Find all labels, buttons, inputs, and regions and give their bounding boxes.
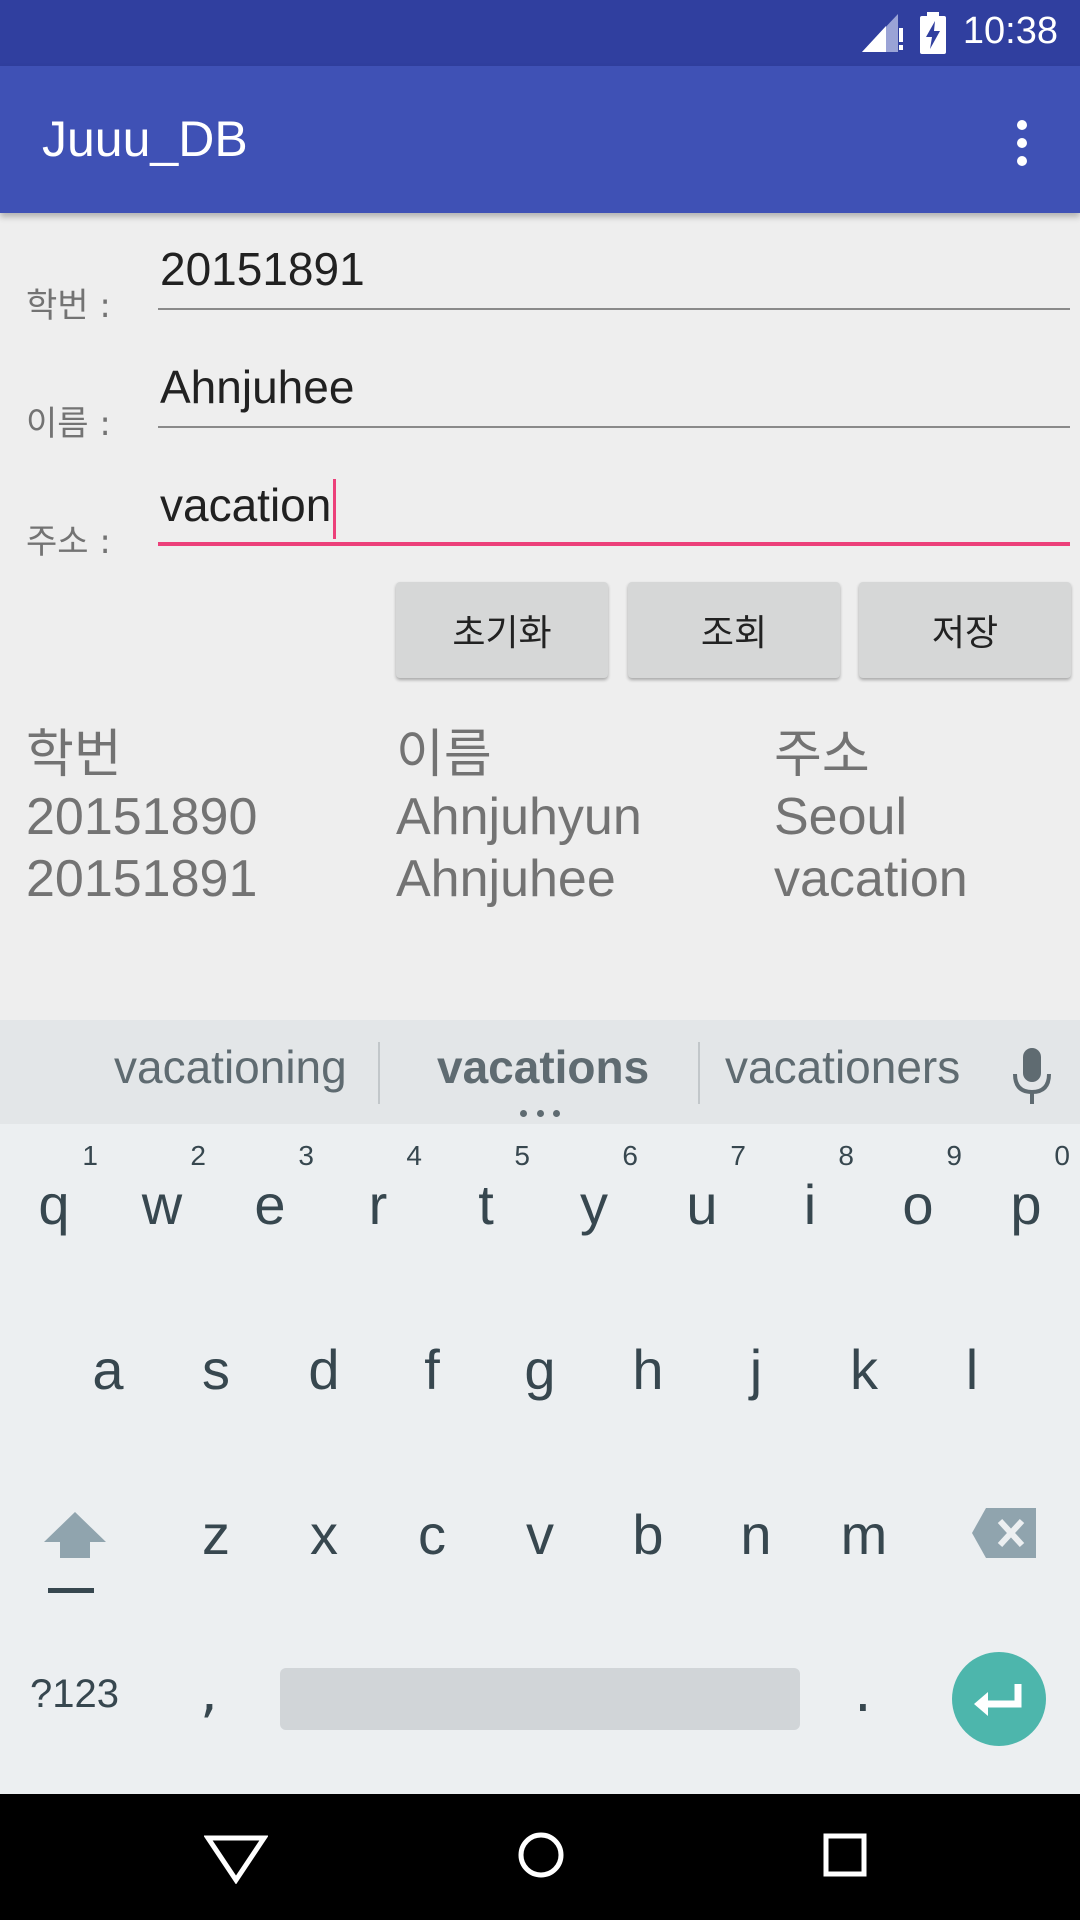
space-bar[interactable] (280, 1668, 800, 1730)
key-m[interactable]: m (810, 1470, 918, 1600)
key-i[interactable]: 8i (756, 1140, 864, 1270)
symbols-key[interactable]: ?123 (30, 1672, 119, 1717)
query-button[interactable]: 조회 (628, 582, 840, 678)
key-r[interactable]: 4r (324, 1140, 432, 1270)
shift-icon[interactable] (40, 1508, 110, 1596)
status-bar: 10:38 (0, 0, 1080, 66)
key-p[interactable]: 0p (972, 1140, 1080, 1270)
suggestion-divider (378, 1042, 380, 1104)
signal-icon (862, 14, 903, 52)
key-a[interactable]: a (54, 1305, 162, 1435)
record-cell: Ahnjuhyun (396, 788, 642, 846)
record-cell: 20151891 (26, 850, 258, 908)
suggestion-strip: vacationing vacations vacationers (0, 1020, 1080, 1124)
header-address: 주소 (774, 726, 870, 784)
student-id-value: 20151891 (160, 243, 365, 295)
key-t[interactable]: 5t (432, 1140, 540, 1270)
status-time: 10:38 (962, 10, 1058, 52)
key-k[interactable]: k (810, 1305, 918, 1435)
reset-button[interactable]: 초기화 (396, 582, 608, 678)
key-f[interactable]: f (378, 1305, 486, 1435)
suggestion-3[interactable]: vacationers (725, 1040, 960, 1094)
address-input[interactable]: vacation (158, 476, 1070, 546)
key-c[interactable]: c (378, 1470, 486, 1600)
record-cell: Ahnjuhee (396, 850, 616, 908)
backspace-icon[interactable] (972, 1508, 1036, 1558)
navigation-bar (0, 1794, 1080, 1920)
back-icon[interactable] (204, 1834, 268, 1884)
key-b[interactable]: b (594, 1470, 702, 1600)
key-x[interactable]: x (270, 1470, 378, 1600)
record-cell: vacation (774, 850, 968, 908)
enter-key[interactable] (952, 1652, 1046, 1746)
key-q[interactable]: 1q (0, 1140, 108, 1270)
key-e[interactable]: 3e (216, 1140, 324, 1270)
more-suggestions-icon[interactable] (520, 1110, 560, 1118)
home-icon[interactable] (516, 1830, 566, 1880)
battery-charging-icon (920, 12, 946, 54)
text-cursor (333, 478, 337, 539)
address-label: 주소 : (26, 522, 111, 562)
app-title: Juuu_DB (42, 111, 248, 167)
key-d[interactable]: d (270, 1305, 378, 1435)
suggestion-1[interactable]: vacationing (114, 1040, 347, 1094)
student-id-label: 학번 : (26, 286, 111, 326)
save-button[interactable]: 저장 (859, 582, 1071, 678)
key-o[interactable]: 9o (864, 1140, 972, 1270)
key-w[interactable]: 2w (108, 1140, 216, 1270)
student-id-input[interactable]: 20151891 (158, 240, 1070, 310)
key-g[interactable]: g (486, 1305, 594, 1435)
key-s[interactable]: s (162, 1305, 270, 1435)
period-key[interactable]: . (854, 1660, 872, 1725)
header-student-id: 학번 (26, 726, 122, 784)
key-z[interactable]: z (162, 1470, 270, 1600)
name-value: Ahnjuhee (160, 361, 355, 413)
name-label: 이름 : (26, 404, 111, 444)
key-h[interactable]: h (594, 1305, 702, 1435)
suggestion-2[interactable]: vacations (437, 1040, 649, 1094)
key-y[interactable]: 6y (540, 1140, 648, 1270)
soft-keyboard: vacationing vacations vacationers 1q 2w … (0, 1020, 1080, 1794)
address-value: vacation (160, 479, 332, 531)
key-v[interactable]: v (486, 1470, 594, 1600)
key-n[interactable]: n (702, 1470, 810, 1600)
suggestion-divider (698, 1042, 700, 1104)
microphone-icon[interactable] (1010, 1048, 1054, 1104)
key-l[interactable]: l (918, 1305, 1026, 1435)
name-input[interactable]: Ahnjuhee (158, 358, 1070, 428)
overflow-menu-icon[interactable] (1002, 116, 1042, 170)
key-j[interactable]: j (702, 1305, 810, 1435)
key-u[interactable]: 7u (648, 1140, 756, 1270)
record-cell: Seoul (774, 788, 907, 846)
app-bar: Juuu_DB (0, 66, 1080, 213)
record-cell: 20151890 (26, 788, 258, 846)
comma-key[interactable]: , (200, 1660, 218, 1725)
recents-icon[interactable] (822, 1832, 868, 1878)
header-name: 이름 (396, 726, 492, 784)
enter-icon (974, 1684, 1022, 1716)
